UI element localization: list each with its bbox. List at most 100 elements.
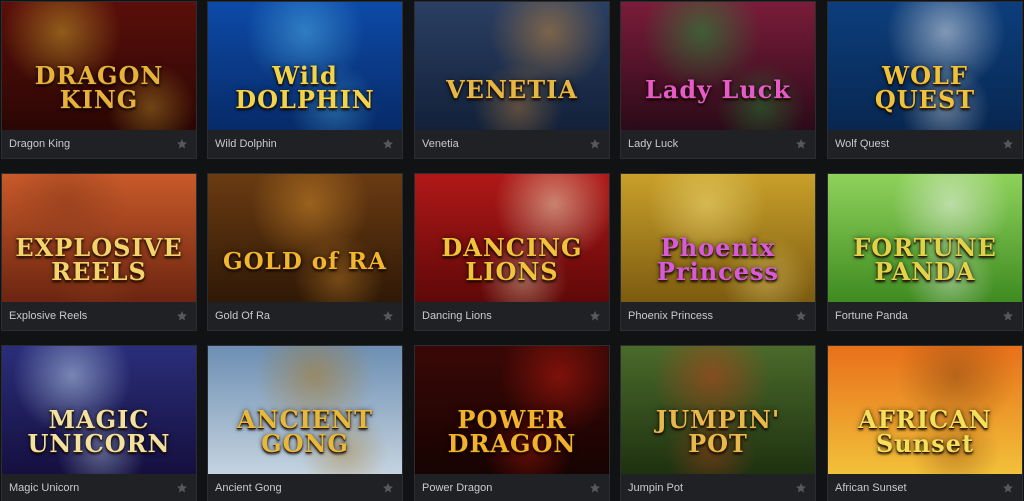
game-title[interactable]: Gold Of Ra (215, 310, 270, 322)
game-logo-line: Princess (656, 257, 780, 286)
game-title[interactable]: Wild Dolphin (215, 138, 277, 150)
game-logo-line: QUEST (874, 85, 976, 114)
game-title[interactable]: Phoenix Princess (628, 310, 713, 322)
game-logo: AFRICAN Sunset (828, 408, 1022, 456)
game-tile[interactable]: AFRICAN Sunset African Sunset (827, 345, 1023, 501)
game-thumbnail[interactable]: GOLD of RA (208, 174, 402, 304)
game-logo: ANCIENT GONG (208, 408, 402, 456)
game-thumbnail[interactable]: VENETIA (415, 2, 609, 132)
favorite-star-icon[interactable] (382, 310, 394, 322)
game-title[interactable]: Wolf Quest (835, 138, 889, 150)
game-caption: Dancing Lions (415, 302, 609, 330)
game-logo: DRAGON KING (2, 64, 196, 112)
game-caption: Wolf Quest (828, 130, 1022, 158)
game-title[interactable]: Ancient Gong (215, 482, 282, 494)
game-tile[interactable]: JUMPIN' POT Jumpin Pot (620, 345, 816, 501)
game-thumbnail[interactable]: MAGIC UNICORN (2, 346, 196, 476)
favorite-star-icon[interactable] (589, 482, 601, 494)
game-thumbnail[interactable]: Lady Luck (621, 2, 815, 132)
game-thumbnail[interactable]: ANCIENT GONG (208, 346, 402, 476)
game-thumbnail[interactable]: Phoenix Princess (621, 174, 815, 304)
game-logo: FORTUNE PANDA (828, 236, 1022, 284)
game-logo: VENETIA (415, 78, 609, 102)
game-caption: Ancient Gong (208, 474, 402, 501)
favorite-star-icon[interactable] (382, 482, 394, 494)
game-logo-line: VENETIA (446, 75, 578, 104)
favorite-star-icon[interactable] (795, 138, 807, 150)
game-logo-line: DRAGON (447, 429, 577, 458)
game-caption: Phoenix Princess (621, 302, 815, 330)
game-logo-line: GONG (261, 429, 349, 458)
game-logo: EXPLOSIVE REELS (2, 236, 196, 284)
game-tile[interactable]: VENETIA Venetia (414, 1, 610, 159)
game-thumbnail[interactable]: POWER DRAGON (415, 346, 609, 476)
game-thumbnail[interactable]: JUMPIN' POT (621, 346, 815, 476)
game-tile[interactable]: GOLD of RA Gold Of Ra (207, 173, 403, 331)
game-tile[interactable]: WOLF QUEST Wolf Quest (827, 1, 1023, 159)
game-title[interactable]: Power Dragon (422, 482, 492, 494)
game-thumbnail[interactable]: EXPLOSIVE REELS (2, 174, 196, 304)
game-title[interactable]: Explosive Reels (9, 310, 87, 322)
game-caption: Fortune Panda (828, 302, 1022, 330)
game-caption: Explosive Reels (2, 302, 196, 330)
game-tile[interactable]: ANCIENT GONG Ancient Gong (207, 345, 403, 501)
favorite-star-icon[interactable] (589, 138, 601, 150)
favorite-star-icon[interactable] (1002, 138, 1014, 150)
game-grid: DRAGON KING Dragon King Wild DOLPHIN Wild Dol… (0, 0, 1024, 501)
favorite-star-icon[interactable] (1002, 482, 1014, 494)
game-caption: African Sunset (828, 474, 1022, 501)
game-logo: GOLD of RA (208, 250, 402, 273)
game-logo-line: Lady Luck (644, 75, 792, 104)
game-title[interactable]: African Sunset (835, 482, 907, 494)
favorite-star-icon[interactable] (176, 138, 188, 150)
game-title[interactable]: Dragon King (9, 138, 70, 150)
game-caption: Venetia (415, 130, 609, 158)
game-caption: Gold Of Ra (208, 302, 402, 330)
game-tile[interactable]: FORTUNE PANDA Fortune Panda (827, 173, 1023, 331)
game-logo: Phoenix Princess (621, 236, 815, 284)
game-tile[interactable]: DANCING LIONS Dancing Lions (414, 173, 610, 331)
favorite-star-icon[interactable] (795, 482, 807, 494)
favorite-star-icon[interactable] (795, 310, 807, 322)
game-tile[interactable]: MAGIC UNICORN Magic Unicorn (1, 345, 197, 501)
game-thumbnail[interactable]: DRAGON KING (2, 2, 196, 132)
game-logo-line: POT (688, 429, 748, 458)
game-title[interactable]: Lady Luck (628, 138, 678, 150)
game-thumbnail[interactable]: Wild DOLPHIN (208, 2, 402, 132)
game-logo-line: KING (59, 85, 139, 114)
game-tile[interactable]: DRAGON KING Dragon King (1, 1, 197, 159)
game-logo: JUMPIN' POT (621, 408, 815, 456)
game-logo-line: PANDA (874, 257, 976, 286)
game-title[interactable]: Dancing Lions (422, 310, 492, 322)
game-caption: Dragon King (2, 130, 196, 158)
game-tile[interactable]: POWER DRAGON Power Dragon (414, 345, 610, 501)
game-thumbnail[interactable]: DANCING LIONS (415, 174, 609, 304)
game-title[interactable]: Magic Unicorn (9, 482, 79, 494)
favorite-star-icon[interactable] (1002, 310, 1014, 322)
game-logo: POWER DRAGON (415, 408, 609, 456)
game-logo-line: Sunset (875, 429, 975, 458)
game-logo: Lady Luck (621, 78, 815, 102)
game-thumbnail[interactable]: FORTUNE PANDA (828, 174, 1022, 304)
game-logo: MAGIC UNICORN (2, 408, 196, 456)
game-tile[interactable]: Wild DOLPHIN Wild Dolphin (207, 1, 403, 159)
game-caption: Magic Unicorn (2, 474, 196, 501)
game-thumbnail[interactable]: AFRICAN Sunset (828, 346, 1022, 476)
game-caption: Lady Luck (621, 130, 815, 158)
game-tile[interactable]: Phoenix Princess Phoenix Princess (620, 173, 816, 331)
game-tile[interactable]: EXPLOSIVE REELS Explosive Reels (1, 173, 197, 331)
game-caption: Power Dragon (415, 474, 609, 501)
favorite-star-icon[interactable] (589, 310, 601, 322)
game-title[interactable]: Jumpin Pot (628, 482, 683, 494)
favorite-star-icon[interactable] (176, 482, 188, 494)
game-caption: Jumpin Pot (621, 474, 815, 501)
favorite-star-icon[interactable] (176, 310, 188, 322)
game-title[interactable]: Venetia (422, 138, 459, 150)
game-logo: Wild DOLPHIN (208, 64, 402, 112)
game-title[interactable]: Fortune Panda (835, 310, 908, 322)
game-thumbnail[interactable]: WOLF QUEST (828, 2, 1022, 132)
game-logo-line: GOLD of RA (222, 248, 387, 275)
game-tile[interactable]: Lady Luck Lady Luck (620, 1, 816, 159)
game-logo-line: DOLPHIN (235, 85, 375, 114)
favorite-star-icon[interactable] (382, 138, 394, 150)
